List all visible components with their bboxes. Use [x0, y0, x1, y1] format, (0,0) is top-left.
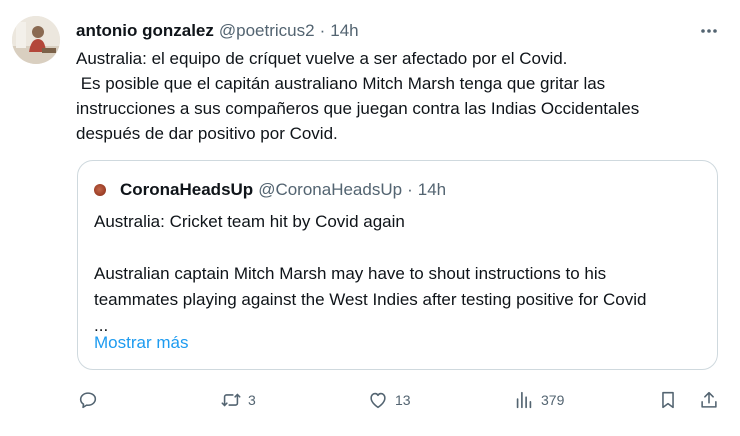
quoted-text-line: Australia: Cricket team hit by Covid aga…: [94, 212, 405, 231]
author-handle[interactable]: @poetricus2: [219, 21, 315, 41]
quoted-tweet-text: Australia: Cricket team hit by Covid aga…: [94, 209, 710, 339]
tweet-text: Australia: el equipo de críquet vuelve a…: [76, 46, 726, 146]
quoted-author-handle: @CoronaHeadsUp: [258, 180, 403, 199]
tweet-text-line: Australia: el equipo de críquet vuelve a…: [76, 49, 568, 68]
tweet-text-line: instrucciones a sus compañeros que juega…: [76, 99, 640, 118]
tweet-text-line: Es posible que el capitán australiano Mi…: [76, 74, 606, 93]
tweet-header: antonio gonzalez @poetricus2 · 14h: [76, 20, 359, 42]
quoted-tweet[interactable]: CoronaHeadsUp @CoronaHeadsUp · 14h Austr…: [77, 160, 718, 370]
action-bar: 3 13 379: [77, 386, 720, 414]
timestamp[interactable]: 14h: [330, 21, 358, 41]
quoted-avatar: [94, 184, 106, 196]
share-button[interactable]: [698, 386, 720, 414]
quoted-tweet-header: CoronaHeadsUp @CoronaHeadsUp · 14h: [94, 179, 446, 201]
bookmark-icon: [662, 391, 674, 409]
reply-icon: [79, 392, 97, 409]
views-chart-icon: [516, 391, 532, 409]
retweet-button[interactable]: 3: [220, 386, 256, 414]
reply-button[interactable]: [77, 386, 105, 414]
quoted-text-line: teammates playing against the West Indie…: [94, 290, 647, 309]
quoted-text-line: [94, 235, 710, 261]
like-button[interactable]: 13: [367, 386, 411, 414]
bookmark-button[interactable]: [657, 386, 679, 414]
like-count: 13: [395, 392, 411, 408]
share-icon: [701, 391, 717, 408]
separator-dot: ·: [407, 180, 413, 199]
quoted-text-line: Australian captain Mitch Marsh may have …: [94, 264, 607, 283]
show-more-link[interactable]: Mostrar más: [94, 333, 188, 353]
more-options-button[interactable]: [698, 20, 720, 42]
avatar[interactable]: [12, 16, 60, 64]
retweet-count: 3: [248, 392, 256, 408]
author-name[interactable]: antonio gonzalez: [76, 21, 214, 41]
heart-icon: [370, 392, 386, 409]
quoted-author-name: CoronaHeadsUp: [120, 180, 254, 199]
views-count: 379: [541, 392, 565, 408]
views-button[interactable]: 379: [513, 386, 564, 414]
more-horizontal-icon: [701, 29, 717, 33]
tweet-text-line: después de dar positivo por Covid.: [76, 124, 338, 143]
retweet-icon: [221, 393, 241, 407]
separator-dot: ·: [319, 21, 326, 40]
quoted-timestamp: 14h: [417, 180, 447, 199]
